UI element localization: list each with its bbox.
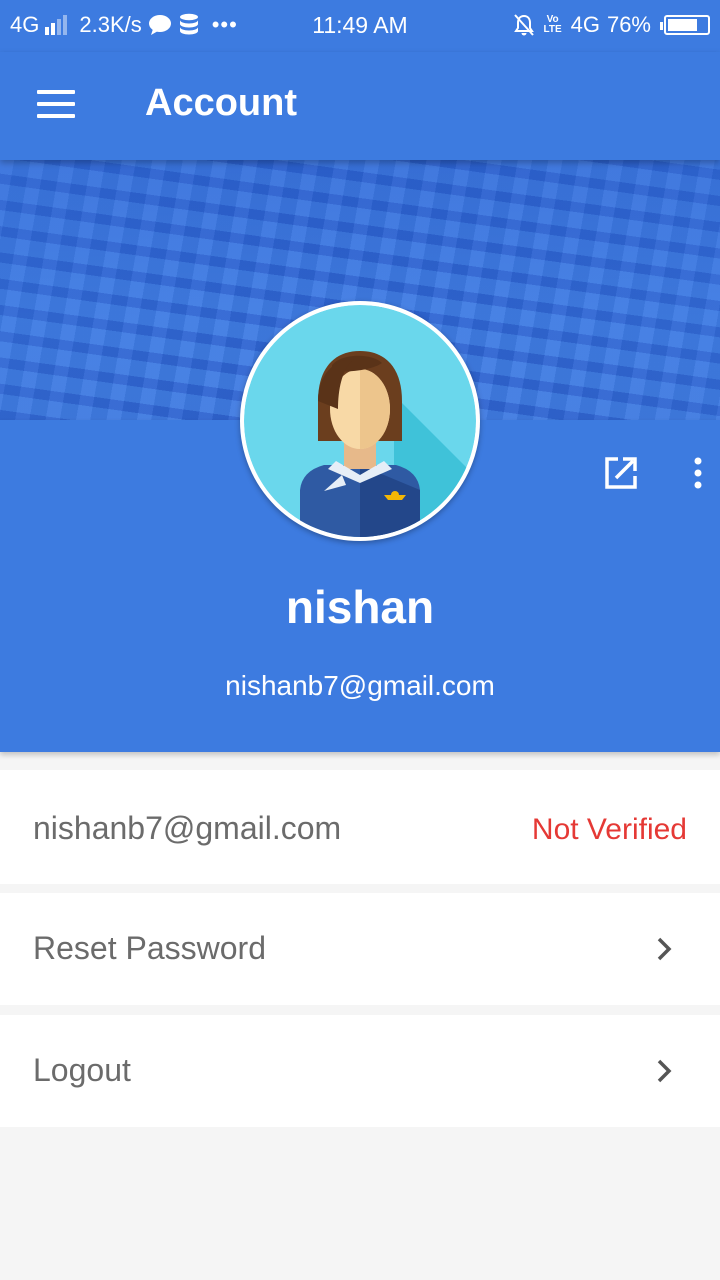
logout-label: Logout <box>33 1052 131 1088</box>
verification-status: Not Verified <box>531 813 687 846</box>
app-bar: Account <box>0 52 720 160</box>
reset-password-label: Reset Password <box>33 930 266 966</box>
more-vert-icon[interactable] <box>688 455 708 491</box>
hamburger-menu-icon[interactable] <box>37 90 75 118</box>
avatar <box>240 301 480 541</box>
profile-email: nishanb7@gmail.com <box>225 670 495 701</box>
volte-indicator: Vo LTE <box>543 14 562 35</box>
chevron-right-icon <box>657 1059 672 1083</box>
profile-name: nishan <box>285 581 435 633</box>
email-row: nishanb7@gmail.com Not Verified <box>0 770 720 884</box>
female-avatar-icon <box>244 305 476 537</box>
network-type-right: 4G <box>570 12 600 37</box>
silent-bell-icon <box>513 14 534 36</box>
open-in-new-icon[interactable] <box>603 455 639 491</box>
battery-icon <box>660 15 710 35</box>
email-row-label: nishanb7@gmail.com <box>33 810 342 846</box>
battery-percent: 76% <box>606 12 651 37</box>
reset-password-button[interactable]: Reset Password <box>0 893 720 1005</box>
logout-button[interactable]: Logout <box>0 1015 720 1127</box>
status-right: Vo LTE 4G 76% <box>513 12 710 38</box>
page-title: Account <box>145 82 297 124</box>
chevron-right-icon <box>657 937 672 961</box>
status-bar: 4G 2.3K/s ••• 11:49 AM Vo LTE 4G 76% <box>0 0 720 52</box>
